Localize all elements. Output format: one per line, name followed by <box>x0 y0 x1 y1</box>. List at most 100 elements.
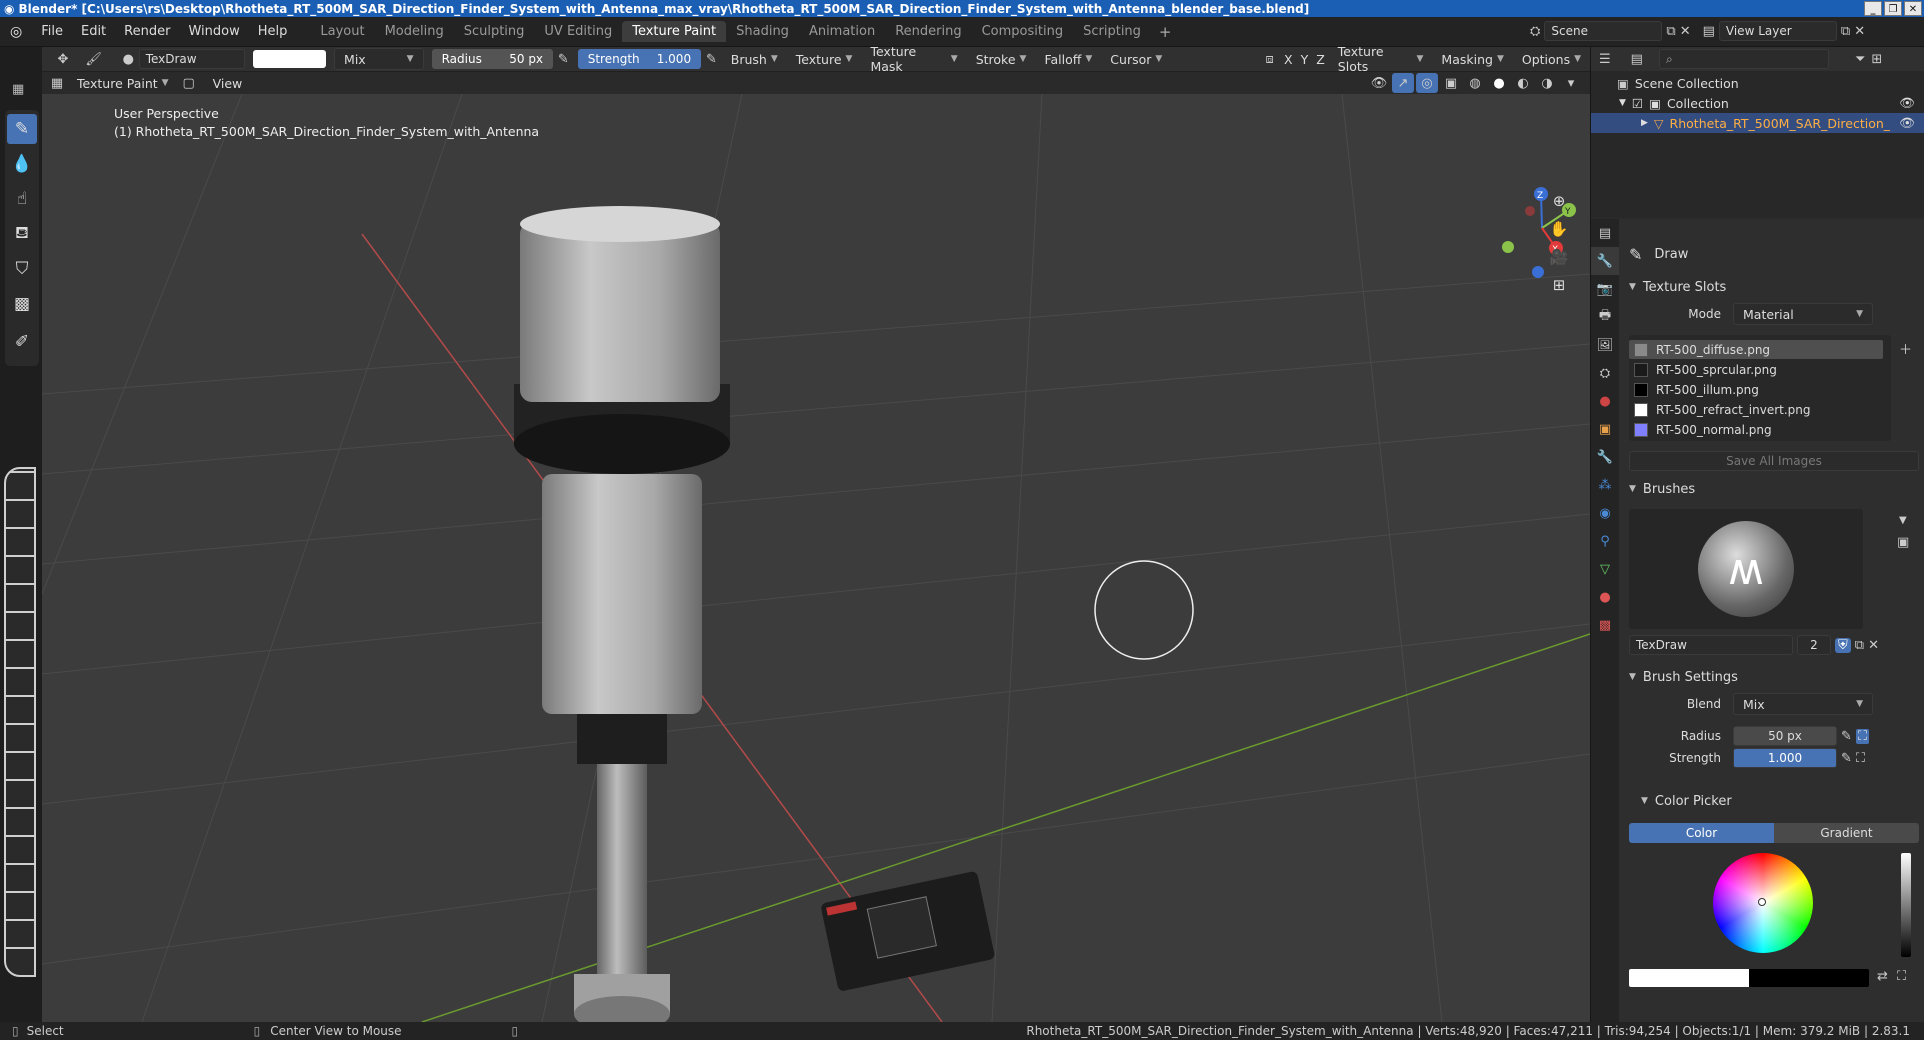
view-layer-field[interactable]: View Layer <box>1718 21 1837 41</box>
strength-field[interactable]: 1.000 <box>1733 748 1837 768</box>
menu-file[interactable]: File <box>32 24 72 39</box>
fake-user-icon[interactable]: ⛨ <box>1835 637 1851 653</box>
scene-tab-icon[interactable]: ⛭ <box>1591 359 1619 387</box>
mask-tool-icon[interactable]: ▩ <box>7 289 37 319</box>
brush-menu[interactable]: Brush ▼ <box>722 48 787 70</box>
solid-shading-icon[interactable]: ● <box>1488 73 1510 93</box>
output-tab-icon[interactable]: 🖶 <box>1591 303 1619 331</box>
masking-menu[interactable]: Masking ▼ <box>1432 48 1512 70</box>
rendered-shading-icon[interactable]: ◑ <box>1536 73 1558 93</box>
outliner-collection[interactable]: ▼ ☑ ▣ Collection 👁 <box>1591 93 1924 113</box>
annotate-tool-icon[interactable]: ✐ <box>7 327 37 357</box>
world-tab-icon[interactable]: ● <box>1591 387 1619 415</box>
new-collection-icon[interactable]: ⊞ <box>1871 52 1882 67</box>
eye-icon[interactable]: 👁 <box>1899 115 1915 131</box>
camera-icon[interactable]: 🎥 <box>1546 244 1572 270</box>
view-menu[interactable]: View <box>204 72 252 94</box>
texture-tab-icon[interactable]: ▩ <box>1591 611 1619 639</box>
mode-dropdown[interactable]: Texture Paint ▼ <box>68 72 178 94</box>
brush-users-count[interactable]: 2 <box>1797 635 1831 655</box>
expand-icon[interactable]: ▼ <box>1619 98 1626 108</box>
color-picker-section[interactable]: ▼ Color Picker <box>1623 789 1921 813</box>
maximize-button[interactable]: ❐ <box>1884 1 1902 16</box>
transform-icon[interactable]: ✥ <box>53 49 74 69</box>
clone-tool-icon[interactable]: ⛾ <box>7 219 37 249</box>
shading-options-icon[interactable]: ▾ <box>1560 73 1582 93</box>
particles-tab-icon[interactable]: ⁂ <box>1591 471 1619 499</box>
checkbox-icon[interactable]: ☑ <box>1632 96 1643 111</box>
color-swatch[interactable] <box>252 50 327 68</box>
constraints-tab-icon[interactable]: ⚲ <box>1591 527 1619 555</box>
properties-editor-icon[interactable]: ▤ <box>1591 219 1619 247</box>
mask-toggle-icon[interactable]: ▢ <box>178 73 200 93</box>
menu-window[interactable]: Window <box>179 24 248 39</box>
symmetry-icon[interactable]: ⧈ <box>1259 49 1280 69</box>
strength-pressure-icon[interactable]: ✎ <box>701 49 722 69</box>
tab-rendering[interactable]: Rendering <box>885 21 971 42</box>
outliner-search-field[interactable]: ⌕ <box>1658 49 1829 69</box>
tab-scripting[interactable]: Scripting <box>1073 21 1151 42</box>
color-preview-bar[interactable] <box>1629 969 1869 987</box>
stroke-menu[interactable]: Stroke ▼ <box>967 48 1036 70</box>
strength-unit-icon[interactable]: ⛶ <box>1856 751 1865 766</box>
unlink-brush-icon[interactable]: ✕ <box>1868 638 1879 653</box>
wireframe-shading-icon[interactable]: ◍ <box>1464 73 1486 93</box>
tab-compositing[interactable]: Compositing <box>972 21 1074 42</box>
radius-unit-icon[interactable]: ⛶ <box>1855 728 1870 744</box>
tab-layout[interactable]: Layout <box>310 21 374 42</box>
radius-field[interactable]: 50 px <box>1733 726 1837 746</box>
smear-tool-icon[interactable]: ☝ <box>7 184 37 214</box>
remove-view-layer-icon[interactable]: ✕ <box>1854 24 1865 39</box>
3d-viewport[interactable]: Z Y X User Perspective (1) Rhotheta_RT_5… <box>42 94 1590 1022</box>
axis-x-toggle[interactable]: X <box>1280 48 1297 70</box>
duplicate-brush-icon[interactable]: ⧉ <box>1855 638 1864 653</box>
brush-preview[interactable]: ʍ <box>1629 509 1863 629</box>
color-wheel[interactable] <box>1713 853 1813 953</box>
scene-icon[interactable]: ⛭ <box>1530 24 1540 39</box>
strength-slider[interactable]: Strength 1.000 <box>577 49 702 69</box>
radius-slider[interactable]: Radius 50 px <box>431 49 554 69</box>
new-scene-icon[interactable]: ⧉ <box>1666 24 1675 39</box>
swap-colors-icon[interactable]: ⇄ <box>1877 969 1888 984</box>
blender-menu-icon[interactable]: ◎ <box>0 24 32 40</box>
brush-name-field[interactable]: TexDraw <box>1629 635 1793 655</box>
texture-mask-menu[interactable]: Texture Mask ▼ <box>861 44 966 74</box>
minimize-button[interactable]: _ <box>1864 1 1882 16</box>
data-tab-icon[interactable]: ▽ <box>1591 555 1619 583</box>
tab-color[interactable]: Color <box>1629 823 1774 843</box>
add-slot-icon[interactable]: ＋ <box>1899 339 1912 358</box>
new-view-layer-icon[interactable]: ⧉ <box>1841 24 1850 39</box>
texture-slots-menu[interactable]: Texture Slots ▼ <box>1329 44 1433 74</box>
texture-slot-item[interactable]: RT-500_normal.png <box>1629 420 1883 439</box>
xray-icon[interactable]: ▣ <box>1440 73 1462 93</box>
overlay-icon[interactable]: ◎ <box>1416 73 1438 93</box>
modifier-tab-icon[interactable]: 🔧 <box>1591 443 1619 471</box>
radius-pressure-icon[interactable]: ✎ <box>1841 729 1852 744</box>
draw-tool-icon[interactable]: ✎ <box>7 114 37 144</box>
brush-menu-icon[interactable]: ▼ <box>1899 515 1907 526</box>
options-menu[interactable]: Options ▼ <box>1513 48 1590 70</box>
brush-settings-section[interactable]: ▼ Brush Settings <box>1623 665 1921 689</box>
texture-slots-section[interactable]: ▼ Texture Slots <box>1623 275 1921 299</box>
brush-datablock-icon[interactable]: ● <box>118 49 139 69</box>
view-layer-icon[interactable]: ▤ <box>1703 24 1715 39</box>
zoom-icon[interactable]: ⊕ <box>1546 188 1572 214</box>
save-all-images-button[interactable]: Save All Images <box>1629 451 1919 471</box>
add-workspace-button[interactable]: + <box>1151 23 1180 41</box>
tab-texture-paint[interactable]: Texture Paint <box>622 21 727 42</box>
soften-tool-icon[interactable]: 💧 <box>7 149 37 179</box>
object-tab-icon[interactable]: ▣ <box>1591 415 1619 443</box>
brushes-section[interactable]: ▼ Brushes <box>1623 477 1921 501</box>
scene-field[interactable]: Scene <box>1544 21 1663 41</box>
visibility-icon[interactable]: 👁 <box>1368 73 1390 93</box>
view-layer-tab-icon[interactable]: 🖼 <box>1591 331 1619 359</box>
blend-mode-dropdown[interactable]: Mix ▼ <box>334 48 424 70</box>
close-button[interactable]: ✕ <box>1904 1 1922 16</box>
tab-uv-editing[interactable]: UV Editing <box>534 21 622 42</box>
falloff-menu[interactable]: Falloff ▼ <box>1035 48 1101 70</box>
texture-menu[interactable]: Texture ▼ <box>787 48 862 70</box>
color-unit-icon[interactable]: ⛶ <box>1897 969 1906 984</box>
tab-sculpting[interactable]: Sculpting <box>454 21 535 42</box>
image-editor-icon[interactable]: ▦ <box>12 82 24 97</box>
menu-edit[interactable]: Edit <box>72 24 115 39</box>
